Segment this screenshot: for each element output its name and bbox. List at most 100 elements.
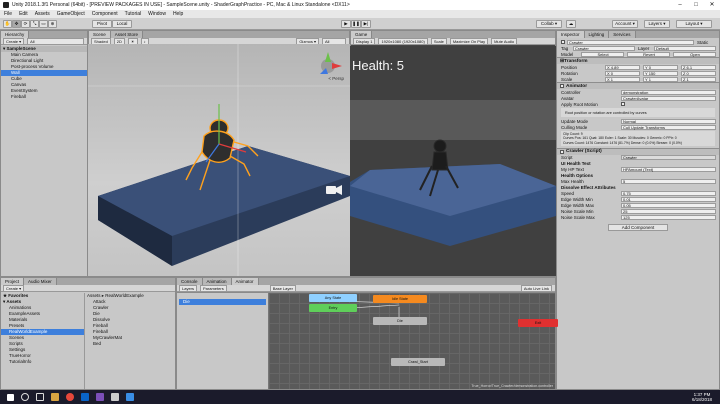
minimize-button[interactable]: – (672, 0, 688, 10)
update-mode-dropdown[interactable]: Normal (621, 118, 716, 124)
menu-edit[interactable]: Edit (19, 11, 28, 17)
collab-button[interactable]: Collab ▾ (536, 20, 562, 28)
script-field[interactable]: Crawler (621, 155, 716, 161)
hierarchy-create-button[interactable]: Create ▾ (3, 37, 25, 45)
state-idle[interactable]: Idle State (373, 295, 427, 303)
animator-enabled-checkbox[interactable] (560, 84, 564, 88)
hierarchy-search-input[interactable]: All (27, 37, 84, 45)
tab-services[interactable]: Services (609, 31, 636, 38)
scale-y-field[interactable]: Y 1 (643, 76, 678, 82)
layers-button[interactable]: Layers ▾ (644, 20, 670, 28)
state-exit[interactable]: Exit (518, 319, 558, 327)
tab-audio-mixer[interactable]: Audio Mixer (24, 278, 57, 285)
unity-taskbar-icon[interactable] (111, 393, 119, 401)
animator-graph[interactable]: Any State Idle State Entry Die Exit Craw… (269, 293, 558, 389)
avatar-field[interactable]: CrawlerAvatar (621, 95, 716, 101)
asset-file[interactable]: Bed (87, 341, 175, 347)
scale-slider[interactable]: Scale (430, 37, 447, 45)
maximize-button[interactable]: □ (688, 0, 704, 10)
state-die[interactable]: Die (373, 317, 427, 325)
persp-label[interactable]: < Persp (328, 76, 344, 81)
culling-mode-dropdown[interactable]: Cull Update Transforms (621, 124, 716, 130)
display-dropdown[interactable]: Display 1 (353, 37, 376, 45)
menu-assets[interactable]: Assets (35, 11, 50, 17)
layer-dropdown[interactable]: Default (654, 45, 716, 51)
menu-tutorial[interactable]: Tutorial (125, 11, 142, 17)
layers-tab[interactable]: Layers (179, 284, 198, 292)
object-active-checkbox[interactable] (561, 40, 565, 44)
step-button[interactable]: ▶| (361, 20, 371, 28)
parameter-item[interactable]: Die (179, 299, 266, 305)
state-any-state[interactable]: Any State (309, 294, 357, 302)
max-health-field[interactable]: 5 (621, 179, 716, 185)
game-viewport[interactable]: Health: 5 (350, 46, 556, 276)
controller-field[interactable]: demonstration (621, 89, 716, 95)
menu-gameobject[interactable]: GameObject (57, 11, 85, 17)
menu-window[interactable]: Window (148, 11, 166, 17)
hand-tool-icon[interactable]: ✋ (3, 20, 12, 28)
state-entry[interactable]: Entry (309, 304, 357, 312)
prefab-select-button[interactable]: Select (581, 51, 624, 57)
rotate-tool-icon[interactable]: ⟳ (21, 20, 30, 28)
noise-scale-max-field[interactable]: 125 (621, 215, 716, 221)
position-x-field[interactable]: X 4.89 (605, 64, 640, 70)
pivot-button[interactable]: Pivot (92, 20, 112, 28)
crawler-script-header[interactable]: Crawler (Script) (557, 147, 719, 155)
account-button[interactable]: Account ▾ (612, 20, 638, 28)
layout-button[interactable]: Layout ▾ (676, 20, 712, 28)
hierarchy-item[interactable]: Fireball (1, 94, 87, 100)
system-clock[interactable]: 1:37 PM 6/18/2018 (692, 392, 712, 402)
menu-component[interactable]: Component (92, 11, 118, 17)
project-create-button[interactable]: Create ▾ (3, 284, 25, 292)
object-name-field[interactable]: Crawler (567, 39, 694, 45)
scale-z-field[interactable]: Z 1 (681, 76, 716, 82)
noise-scale-min-field[interactable]: 25 (621, 209, 716, 215)
prefab-revert-button[interactable]: Revert (627, 51, 670, 57)
hp-text-field[interactable]: HPAmount (Text) (621, 167, 716, 173)
base-layer-breadcrumb[interactable]: Base Layer (269, 284, 296, 292)
play-button[interactable]: ▶ (341, 20, 351, 28)
maximize-on-play-toggle[interactable]: Maximize On Play (449, 37, 489, 45)
move-tool-icon[interactable]: ✥ (12, 20, 21, 28)
transform-tool-icon[interactable]: ⊕ (48, 20, 57, 28)
position-y-field[interactable]: Y 0 (643, 64, 678, 70)
tab-lighting[interactable]: Lighting (584, 31, 610, 38)
search-icon[interactable] (21, 393, 29, 401)
transform-header[interactable]: ⊞ Transform (557, 57, 719, 64)
file-explorer-icon[interactable] (51, 393, 59, 401)
animator-header[interactable]: Animator (557, 82, 719, 89)
scene-viewport[interactable]: < Persp (88, 44, 350, 276)
task-view-icon[interactable] (36, 393, 44, 401)
scale-tool-icon[interactable]: ⤡ (30, 20, 39, 28)
tab-inspector[interactable]: Inspector (557, 31, 585, 38)
close-button[interactable]: ✕ (704, 0, 720, 10)
menu-help[interactable]: Help (173, 11, 183, 17)
state-crawl-start[interactable]: Crawl_Start (391, 358, 445, 366)
store-icon[interactable] (81, 393, 89, 401)
root-motion-checkbox[interactable] (621, 102, 625, 106)
add-component-button[interactable]: Add Component (608, 223, 668, 231)
rotation-z-field[interactable]: Z 0 (681, 70, 716, 76)
edge-width-min-field[interactable]: 0.01 (621, 197, 716, 203)
pause-button[interactable]: ❚❚ (351, 20, 361, 28)
resolution-dropdown[interactable]: 1920x1080 (1920x1080) (378, 37, 428, 45)
visual-studio-icon[interactable] (96, 393, 104, 401)
auto-live-link-toggle[interactable]: Auto Live Link (520, 284, 552, 292)
scale-x-field[interactable]: X 1 (605, 76, 640, 82)
rect-tool-icon[interactable]: ▭ (39, 20, 48, 28)
parameters-tab[interactable]: Parameters (200, 284, 227, 292)
folder-item[interactable]: TutorialInfo (1, 359, 84, 365)
chrome-icon[interactable] (66, 393, 74, 401)
tab-animator[interactable]: Animator (231, 278, 259, 285)
local-button[interactable]: Local (112, 20, 132, 28)
prefab-open-button[interactable]: Open (673, 51, 716, 57)
mute-audio-toggle[interactable]: Mute Audio (491, 37, 518, 45)
crawler-enabled-checkbox[interactable] (560, 149, 564, 154)
rotation-x-field[interactable]: X 0 (605, 70, 640, 76)
static-toggle[interactable]: Static (697, 40, 719, 45)
speed-field[interactable]: 0.75 (621, 191, 716, 197)
cloud-icon[interactable]: ☁ (566, 20, 576, 28)
position-z-field[interactable]: Z 6.1 (681, 64, 716, 70)
app-icon[interactable] (126, 393, 134, 401)
tag-dropdown[interactable]: Crawler (573, 45, 635, 51)
